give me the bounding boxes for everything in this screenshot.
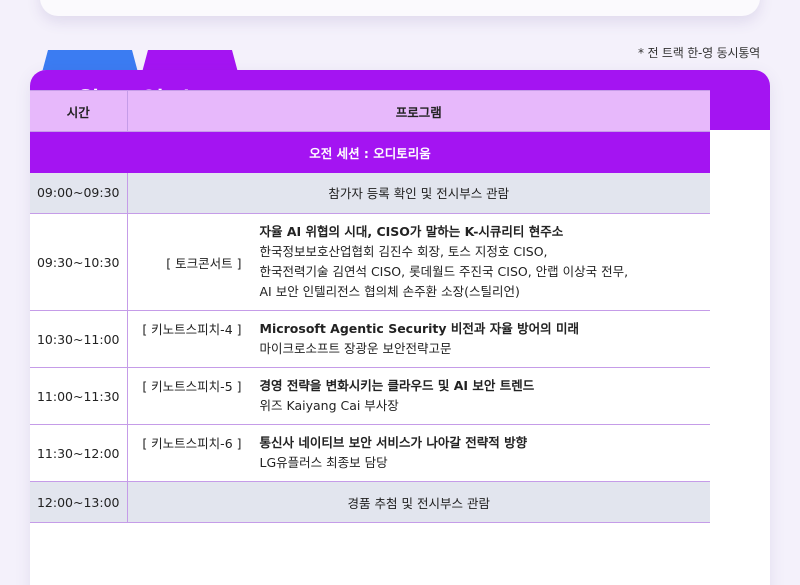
row-time: 10:30~11:00: [30, 310, 128, 368]
program-speaker-line: 위즈 Kaiyang Cai 부사장: [259, 398, 399, 413]
program-speaker-line: LG유플러스 최종보 담당: [259, 455, 388, 470]
table-row: 11:00~11:30 [ 키노트스피치-5 ] 경영 전략을 변화시키는 클라…: [30, 367, 710, 425]
row-time: 12:00~13:00: [30, 481, 128, 523]
program-tag: [ 키노트스피치-5 ]: [142, 379, 242, 394]
row-program: [ 토크콘서트 ] 자율 AI 위협의 시대, CISO가 말하는 K-시큐리티…: [127, 213, 710, 311]
program-tag: [ 키노트스피치-4 ]: [142, 322, 242, 337]
schedule-table: 시간 프로그램 오전 세션 : 오디토리움 09:00~09:30 참가자 등록…: [30, 90, 710, 523]
table-row: 10:30~11:00 [ 키노트스피치-4 ] Microsoft Agent…: [30, 310, 710, 368]
program-title: Microsoft Agentic Security 비전과 자율 방어의 미래: [259, 321, 579, 336]
interpretation-note: * 전 트랙 한-영 동시통역: [638, 46, 760, 60]
table-row: 11:30~12:00 [ 키노트스피치-6 ] 통신사 네이티브 보안 서비스…: [30, 424, 710, 482]
program-title: 경영 전략을 변화시키는 클라우드 및 AI 보안 트렌드: [259, 378, 535, 393]
program-title: 통신사 네이티브 보안 서비스가 나아갈 전략적 방향: [259, 435, 528, 450]
program-tag: [ 키노트스피치-6 ]: [142, 436, 242, 451]
row-time: 09:00~09:30: [30, 172, 128, 214]
program-tag: [ 토크콘서트 ]: [166, 255, 242, 271]
row-program: 참가자 등록 확인 및 전시부스 관람: [127, 172, 710, 214]
session-banner: 오전 세션 : 오디토리움: [30, 131, 710, 173]
previous-card-edge: [40, 0, 760, 16]
program-title: 자율 AI 위협의 시대, CISO가 말하는 K-시큐리티 현주소: [259, 224, 564, 239]
row-program: [ 키노트스피치-5 ] 경영 전략을 변화시키는 클라우드 및 AI 보안 트…: [127, 367, 710, 425]
program-speaker-line: AI 보안 인텔리전스 협의체 손주환 소장(스틸리언): [259, 284, 520, 299]
column-header-time: 시간: [30, 90, 128, 132]
column-header-program: 프로그램: [127, 90, 710, 132]
program-speaker-line: 마이크로소프트 장광운 보안전략고문: [259, 341, 452, 356]
row-program: [ 키노트스피치-6 ] 통신사 네이티브 보안 서비스가 나아갈 전략적 방향…: [127, 424, 710, 482]
table-row: 09:30~10:30 [ 토크콘서트 ] 자율 AI 위협의 시대, CISO…: [30, 213, 710, 311]
program-speaker-line: 한국전력기술 김연석 CISO, 롯데월드 주진국 CISO, 안랩 이상국 전…: [259, 264, 629, 279]
row-program: [ 키노트스피치-4 ] Microsoft Agentic Security …: [127, 310, 710, 368]
table-row: 12:00~13:00 경품 추첨 및 전시부스 관람: [30, 481, 710, 523]
row-time: 11:00~11:30: [30, 367, 128, 425]
table-header-row: 시간 프로그램: [30, 90, 710, 132]
program-speaker-line: 한국정보보호산업협회 김진수 회장, 토스 지정호 CISO,: [259, 244, 548, 259]
session-row: 오전 세션 : 오디토리움: [30, 131, 710, 173]
row-program: 경품 추첨 및 전시부스 관람: [127, 481, 710, 523]
row-time: 11:30~12:00: [30, 424, 128, 482]
row-time: 09:30~10:30: [30, 213, 128, 311]
table-row: 09:00~09:30 참가자 등록 확인 및 전시부스 관람: [30, 172, 710, 214]
